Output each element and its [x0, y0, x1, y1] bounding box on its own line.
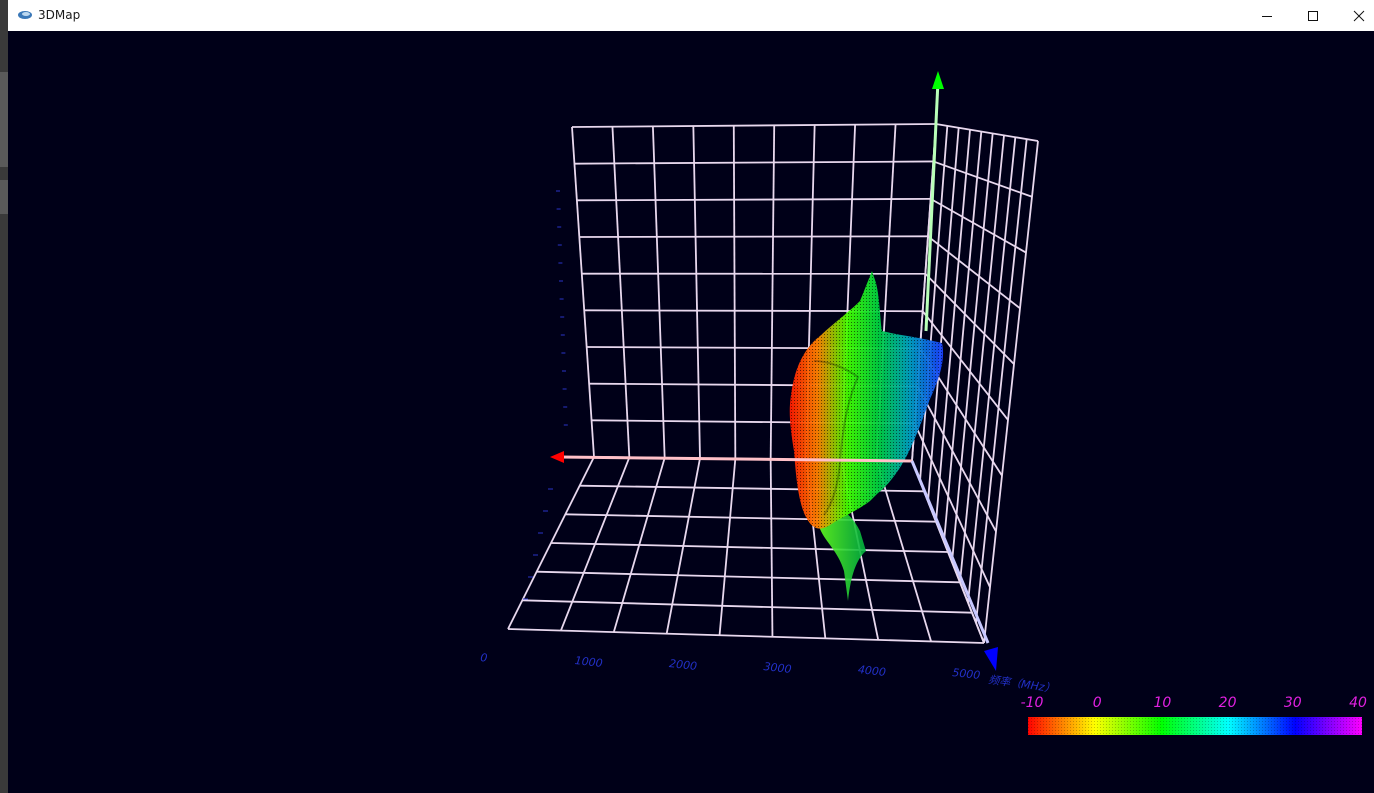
colorbar-tick-label: 20 [1219, 695, 1237, 711]
window-title: 3DMap [38, 8, 81, 22]
x-tick-label: 1000 [574, 654, 603, 670]
grid-line [550, 542, 949, 553]
close-icon [1353, 10, 1365, 21]
x-tick-label: 2000 [668, 657, 697, 673]
floor-grid [507, 456, 985, 644]
close-button[interactable] [1336, 0, 1374, 31]
x-axis-arrowhead [550, 451, 564, 463]
grid-line [933, 160, 1033, 198]
grid-line [975, 139, 1028, 623]
grid-line [565, 513, 937, 523]
x-axis-tick-labels: 0 1000 2000 3000 4000 5000 [480, 651, 981, 682]
maximize-button[interactable] [1290, 0, 1336, 31]
map-app-icon [18, 11, 32, 19]
colorbar-tick-label: 0 [1093, 695, 1102, 711]
grid-line [935, 123, 1039, 142]
x-axis-label: 频率（MHz） [988, 673, 1057, 695]
grid-line [930, 198, 1027, 254]
maximize-icon [1308, 10, 1318, 21]
minimize-button[interactable] [1244, 0, 1290, 31]
grid-line [983, 140, 1039, 644]
grid-line [651, 126, 666, 458]
colorbar-tick-label: 40 [1349, 695, 1367, 711]
colorbar-tick-label: 30 [1284, 695, 1302, 711]
x-tick-label: 5000 [952, 666, 981, 682]
grid-line [507, 628, 985, 644]
y-axis-arrowhead [932, 71, 944, 89]
app-window: 3DMap 0 1000 2000 3000 4000 5000 频率（MHz）… [0, 0, 1374, 793]
grid-line [927, 235, 1021, 310]
colorbar-tick-labels: -10 0 10 20 30 40 [1021, 695, 1367, 711]
x-tick-label: 4000 [857, 663, 886, 679]
colorbar: -10 0 10 20 30 40 [1021, 695, 1367, 735]
grid-line [943, 131, 983, 542]
3d-surface-plot[interactable]: 0 1000 2000 3000 4000 5000 频率（MHz） -10 0 10 20 30… [8, 31, 1374, 793]
grid-line [536, 570, 961, 584]
grid-line [574, 160, 934, 165]
grid-line [611, 126, 631, 458]
colorbar-tick-label: 10 [1153, 695, 1171, 711]
colorbar-tick-label: -10 [1021, 695, 1044, 711]
grid-line [576, 197, 931, 202]
3d-viewport[interactable]: 0 1000 2000 3000 4000 5000 频率（MHz） -10 0 10 20 30… [8, 31, 1374, 793]
grid-line [769, 125, 776, 460]
grid-line [571, 126, 595, 458]
x-tick-label: 0 [480, 651, 488, 665]
grid-line [732, 125, 737, 459]
vertical-axis-tick-marks [523, 190, 568, 600]
minimize-icon [1262, 15, 1272, 17]
z-axis-arrowhead [984, 647, 998, 671]
grid-line [522, 599, 973, 614]
x-tick-label: 3000 [763, 660, 792, 676]
title-bar[interactable]: 3DMap [8, 0, 1374, 32]
surface-shading [789, 271, 944, 529]
desktop-edge [0, 0, 8, 793]
grid-line [579, 235, 929, 238]
colorbar-texture [1028, 717, 1362, 735]
grid-line [951, 133, 994, 563]
y-axis-line [924, 80, 940, 332]
grid-line [692, 125, 701, 459]
grid-line [571, 123, 937, 128]
